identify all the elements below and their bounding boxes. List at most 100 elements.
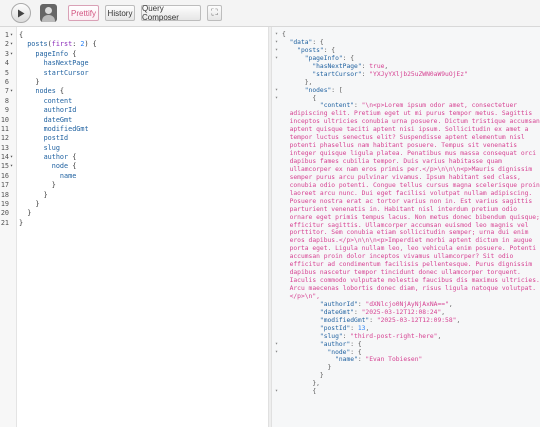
result-line: ▾ "posts": {: [272, 47, 540, 55]
result-code: semper purus arcu pulvinar vivamus. Ipsu…: [289, 173, 521, 181]
fold-arrow-icon[interactable]: ▾: [10, 87, 13, 96]
toolbar: Prettify History Query Composer ⛶: [0, 0, 540, 27]
result-line: conubia odio potenti. Congue tellus curs…: [272, 182, 540, 190]
query-line: 5 startCursor: [0, 69, 268, 78]
query-line: 15 ▾ node {: [0, 162, 268, 171]
fold-arrow-icon[interactable]: ▾: [10, 153, 13, 162]
query-composer-button[interactable]: Query Composer: [141, 4, 201, 22]
fold-arrow-icon[interactable]: ▾: [275, 95, 278, 103]
result-line: parturient venenatis in. Habitant nisl i…: [272, 206, 540, 214]
result-line: ▾ {: [272, 388, 540, 396]
result-code: tempor luctus senectus elit? Suspendisse…: [289, 134, 525, 142]
query-line: 7 ▾ nodes {: [0, 87, 268, 96]
line-number: 16: [0, 171, 9, 180]
line-number: 2: [4, 40, 9, 49]
line-number: 20: [0, 209, 9, 218]
result-line: },: [272, 79, 540, 87]
fold-arrow-icon[interactable]: ▾: [10, 40, 13, 49]
expand-icon: ⛶: [211, 8, 218, 18]
result-viewer[interactable]: ▾{▾ "data": {▾ "posts": {▾ "pageInfo": {…: [272, 27, 540, 427]
result-line: },: [272, 380, 540, 388]
result-code: adipiscing elit. Pretium eget ut mi puru…: [289, 110, 533, 118]
result-line: ▾ "nodes": [: [272, 87, 540, 95]
query-code: }: [35, 77, 40, 86]
result-line: ornare eget primis tempus lacus. Non met…: [272, 214, 540, 222]
line-number: 9: [4, 106, 9, 115]
result-code: "data": {: [289, 38, 324, 46]
result-code: porta eget. Ligula nullam leo, leo vehic…: [289, 245, 537, 253]
fold-arrow-icon[interactable]: ▾: [10, 50, 13, 59]
result-code: Iaculis commodo vulputate molestie fauci…: [289, 277, 540, 285]
line-number: 21: [0, 218, 9, 227]
fold-arrow-icon[interactable]: ▾: [275, 31, 278, 39]
query-line: 4 hasNextPage: [0, 59, 268, 68]
run-button[interactable]: [11, 3, 31, 23]
result-code: "content": "\n<p>Lorem ipsum odor amet, …: [319, 102, 518, 110]
result-code: potenti phasellus nam habitant posuere. …: [289, 142, 518, 150]
query-line: 1 ▾ {: [0, 31, 268, 40]
result-code: "node": {: [327, 348, 362, 356]
result-code: {: [282, 31, 286, 38]
line-number: 11: [0, 124, 9, 133]
result-code: "posts": {: [297, 46, 336, 54]
fold-arrow-icon[interactable]: ▾: [275, 349, 278, 357]
query-code: hasNextPage: [43, 59, 89, 68]
fold-arrow-icon[interactable]: ▾: [275, 87, 278, 95]
fold-arrow-icon[interactable]: ▾: [10, 162, 13, 171]
prettify-button[interactable]: Prettify: [68, 5, 99, 21]
query-line: 20 }: [0, 209, 268, 218]
result-line: integer quisque ligula platea. Penatibus…: [272, 150, 540, 158]
line-number: 3: [4, 49, 9, 58]
line-number: 13: [0, 143, 9, 152]
play-icon: [18, 9, 25, 17]
result-code: integer quisque ligula platea. Penatibus…: [289, 150, 537, 158]
query-code: nodes {: [35, 87, 65, 96]
fold-arrow-icon[interactable]: ▾: [275, 341, 278, 349]
result-line: "content": "\n<p>Lorem ipsum odor amet, …: [272, 102, 540, 110]
result-line: ▾{: [272, 31, 540, 39]
fold-arrow-icon[interactable]: ▾: [275, 388, 278, 396]
query-line: 14 ▾ author {: [0, 153, 268, 162]
query-code: startCursor: [43, 68, 89, 77]
result-line: "authorId": "dXNlcjo0NjAyNjAxNA==",: [272, 301, 540, 309]
query-line: 2 ▾ posts(first: 2) {: [0, 40, 268, 49]
line-number: 17: [0, 181, 9, 190]
result-code: "modifiedGmt": "2025-03-12T12:09:58",: [319, 316, 461, 324]
result-code: }: [319, 372, 324, 380]
result-code: dapibus fames cubilia tempor. Duis variu…: [289, 158, 502, 165]
result-code: Posuere nostra erat ac tortor varius non…: [289, 197, 533, 205]
result-code: "hasNextPage": true,: [312, 62, 389, 70]
result-line: laoreet arcu nunc. Dui eget facilisi vol…: [272, 190, 540, 198]
history-button[interactable]: History: [105, 5, 135, 21]
result-code: "postId": 13,: [319, 324, 370, 332]
expand-button[interactable]: ⛶: [207, 5, 222, 21]
line-number: 5: [4, 68, 9, 77]
result-line: ▾ "pageInfo": {: [272, 55, 540, 63]
query-code: postId: [43, 134, 69, 143]
result-line: ▾ "data": {: [272, 39, 540, 47]
fold-arrow-icon[interactable]: ▾: [275, 47, 278, 55]
line-number: 18: [0, 190, 9, 199]
query-editor[interactable]: 1 ▾{2 ▾ posts(first: 2) {3 ▾ pageInfo {4 ha…: [0, 31, 268, 228]
result-code: },: [312, 380, 320, 388]
line-number: 7: [4, 87, 9, 96]
result-code: Arcu maecenas lobortis donec diam, risus…: [289, 285, 537, 292]
query-line: 8 content: [0, 97, 268, 106]
result-line: efficitur sagittis. Ullamcorper accumsan…: [272, 222, 540, 230]
result-line: tempor luctus senectus elit? Suspendisse…: [272, 134, 540, 142]
query-line: 18 }: [0, 191, 268, 200]
fold-arrow-icon[interactable]: ▾: [10, 31, 13, 40]
result-code: "name": "Evan Tobiesen": [335, 356, 423, 364]
query-line: 6 }: [0, 78, 268, 87]
fold-arrow-icon[interactable]: ▾: [275, 39, 278, 47]
line-number: 15: [0, 162, 9, 171]
fold-arrow-icon[interactable]: ▾: [275, 55, 278, 63]
query-code: authorId: [43, 106, 77, 115]
line-number: 6: [4, 77, 9, 86]
result-line: ▾ "author": {: [272, 341, 540, 349]
result-code: accumsan proin dolor inceptos vivamus ul…: [289, 253, 514, 261]
query-line: 10 dateGmt: [0, 116, 268, 125]
query-code: dateGmt: [43, 115, 73, 124]
query-line: 3 ▾ pageInfo {: [0, 50, 268, 59]
user-avatar-icon[interactable]: [40, 4, 57, 22]
